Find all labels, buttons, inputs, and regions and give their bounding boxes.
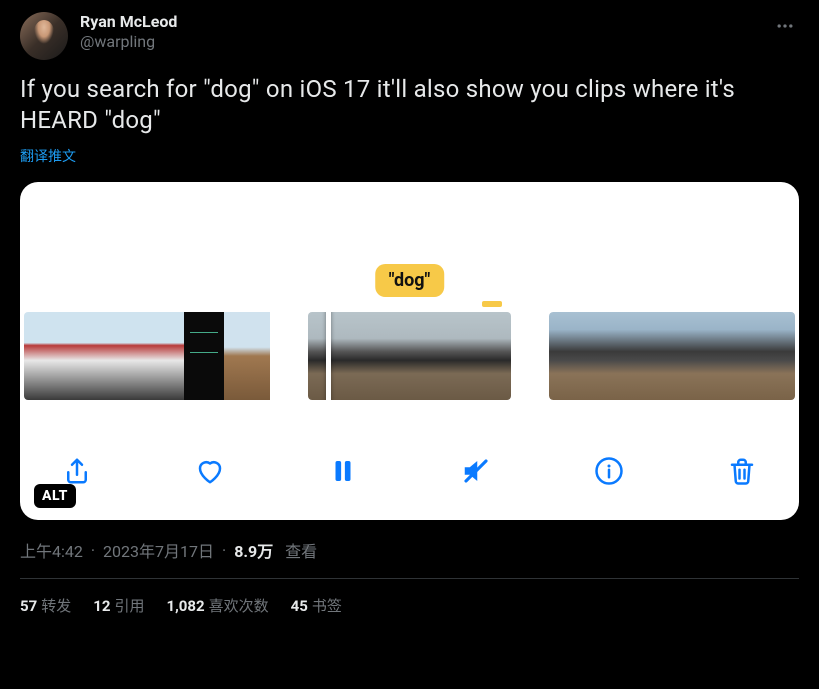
search-tag: "dog" (375, 264, 445, 297)
pause-icon (328, 456, 358, 486)
tweet-container: Ryan McLeod @warpling If you search for … (4, 0, 815, 616)
media-card[interactable]: "dog" (20, 182, 799, 520)
clip-frame (591, 312, 633, 400)
tweet-header: Ryan McLeod @warpling (20, 12, 799, 60)
quotes-count: 12 (93, 597, 110, 615)
clip-frame (759, 312, 795, 400)
clip-frame (717, 312, 759, 400)
views-count: 8.9万 (234, 538, 273, 562)
author-display-name: Ryan McLeod (80, 12, 177, 32)
avatar[interactable] (20, 12, 68, 60)
bookmarks-label: 书签 (312, 597, 342, 615)
clip-frame (464, 312, 511, 400)
like-button[interactable] (195, 456, 225, 486)
author-block[interactable]: Ryan McLeod @warpling (80, 12, 177, 52)
likes-label: 喜欢次数 (209, 597, 269, 615)
retweets-count: 57 (20, 597, 37, 615)
clip-frame (224, 312, 270, 400)
translate-link[interactable]: 翻译推文 (20, 146, 799, 166)
tweet-meta: 上午4:42 2023年7月17日 8.9万 查看 (20, 538, 799, 562)
share-button[interactable] (62, 456, 92, 486)
tag-tick (482, 301, 502, 307)
info-button[interactable] (594, 456, 624, 486)
views-label: 查看 (285, 538, 317, 562)
trash-icon (727, 456, 757, 486)
meta-separator (218, 541, 230, 560)
clip-frame (360, 312, 412, 400)
tweet-time[interactable]: 上午4:42 (20, 538, 83, 562)
retweets-stat[interactable]: 57转发 (20, 595, 71, 616)
share-icon (62, 456, 92, 486)
clip-frame (308, 312, 360, 400)
quotes-label: 引用 (114, 597, 144, 615)
clip-group-1 (24, 312, 270, 400)
clip-frame (104, 312, 144, 400)
more-button[interactable] (771, 12, 799, 40)
mute-icon (461, 456, 491, 486)
info-icon (594, 456, 624, 486)
heart-icon (195, 456, 225, 486)
tweet-text: If you search for "dog" on iOS 17 it'll … (20, 74, 799, 136)
clip-frame (549, 312, 591, 400)
clip-frame (412, 312, 464, 400)
bookmarks-stat[interactable]: 45书签 (291, 595, 342, 616)
clip-frame (64, 312, 104, 400)
delete-button[interactable] (727, 456, 757, 486)
bookmarks-count: 45 (291, 597, 308, 615)
video-timeline[interactable] (20, 312, 799, 400)
likes-count: 1,082 (166, 597, 204, 615)
engagement-stats: 57转发 12引用 1,082 喜欢次数 45书签 (20, 579, 799, 616)
clip-frame (184, 312, 224, 400)
likes-stat[interactable]: 1,082 喜欢次数 (166, 595, 268, 616)
tweet-date[interactable]: 2023年7月17日 (103, 538, 214, 562)
meta-separator (87, 541, 99, 560)
more-icon (775, 16, 795, 36)
pause-button[interactable] (328, 456, 358, 486)
author-handle: @warpling (80, 32, 177, 52)
clip-frame (24, 312, 64, 400)
clip-group-2 (308, 312, 511, 400)
playhead[interactable] (326, 312, 331, 400)
quotes-stat[interactable]: 12引用 (93, 595, 144, 616)
clip-group-3 (549, 312, 795, 400)
clip-frame (675, 312, 717, 400)
media-toolbar (20, 444, 799, 498)
retweets-label: 转发 (41, 597, 71, 615)
alt-badge[interactable]: ALT (34, 484, 76, 508)
clip-frame (633, 312, 675, 400)
clip-frame (144, 312, 184, 400)
mute-button[interactable] (461, 456, 491, 486)
